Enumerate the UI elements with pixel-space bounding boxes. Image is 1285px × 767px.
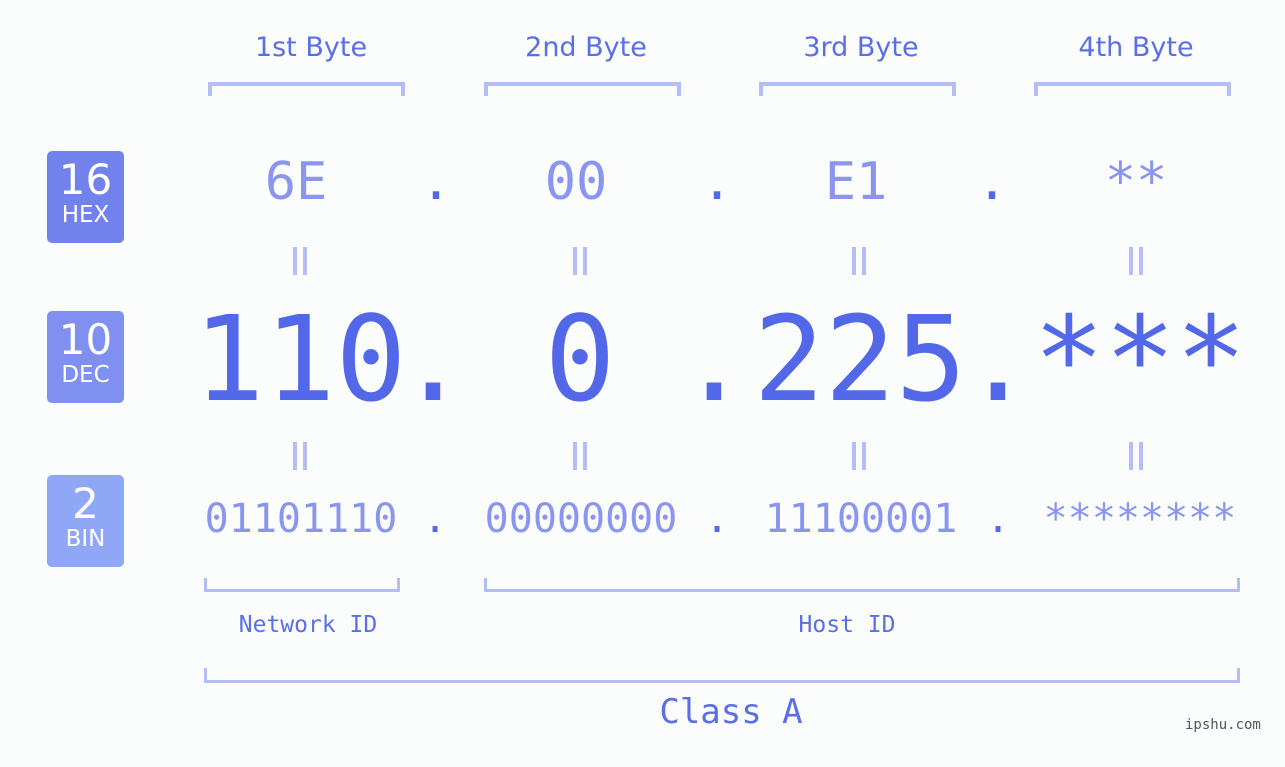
- byte-header-3: 3rd Byte: [803, 32, 919, 63]
- equals-icon: [852, 247, 866, 275]
- equals-icon: [573, 442, 587, 470]
- byte-bracket-3: [759, 82, 956, 96]
- byte-header-1: 1st Byte: [254, 32, 368, 63]
- hex-badge-name: HEX: [61, 202, 110, 228]
- equals-icon: [573, 247, 587, 275]
- bin-badge-name: BIN: [65, 526, 106, 552]
- byte-header-4: 4th Byte: [1078, 32, 1194, 63]
- byte-bracket-1: [208, 82, 405, 96]
- bin-badge-number: 2: [72, 479, 99, 528]
- watermark: ipshu.com: [1185, 717, 1261, 733]
- bin-byte-4: ********: [1043, 496, 1237, 542]
- dec-badge-name: DEC: [61, 362, 110, 388]
- network-id-label: Network ID: [238, 612, 378, 638]
- dec-byte-4: ***: [1033, 290, 1247, 428]
- hex-badge-number: 16: [58, 155, 113, 204]
- equals-icon: [1129, 442, 1143, 470]
- equals-icon: [852, 442, 866, 470]
- hex-byte-4: **: [1104, 152, 1168, 212]
- byte-bracket-4: [1034, 82, 1231, 96]
- equals-icon: [293, 442, 307, 470]
- class-bracket: [204, 668, 1240, 683]
- host-id-label: Host ID: [798, 612, 896, 638]
- class-label: Class A: [659, 692, 803, 732]
- equals-icon: [293, 247, 307, 275]
- network-id-bracket: [204, 578, 400, 592]
- byte-header-2: 2nd Byte: [525, 32, 647, 63]
- dec-badge: 10 DEC: [47, 311, 124, 403]
- host-id-bracket: [484, 578, 1240, 592]
- dec-badge-number: 10: [58, 315, 113, 364]
- byte-bracket-2: [484, 82, 681, 96]
- hex-badge: 16 HEX: [47, 151, 124, 243]
- equals-icon: [1129, 247, 1143, 275]
- bin-badge: 2 BIN: [47, 475, 124, 567]
